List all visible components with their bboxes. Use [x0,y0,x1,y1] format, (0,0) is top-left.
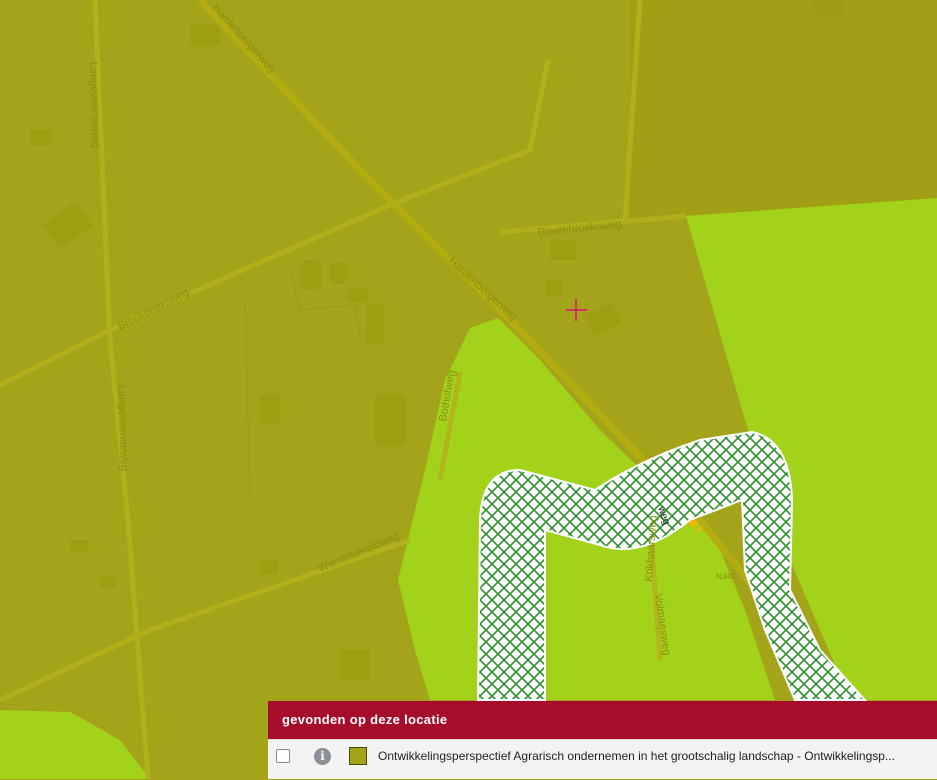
map-canvas[interactable]: Hardenbergerweg Hardenbergerweg Langevee… [0,0,937,779]
road-label-n343: N343 [716,572,736,581]
layer-checkbox[interactable] [276,749,290,763]
info-panel-header: gevonden op deze locatie [268,701,937,739]
agrarisch-zone-darker-northeast [630,0,937,220]
info-panel: gevonden op deze locatie i Ontwikkelings… [268,701,937,779]
info-circle-icon[interactable]: i [314,748,331,765]
legend-swatch [349,747,367,765]
result-label: Ontwikkelingsperspectief Agrarisch onder… [378,749,895,763]
result-row[interactable]: i Ontwikkelingsperspectief Agrarisch ond… [268,739,937,780]
